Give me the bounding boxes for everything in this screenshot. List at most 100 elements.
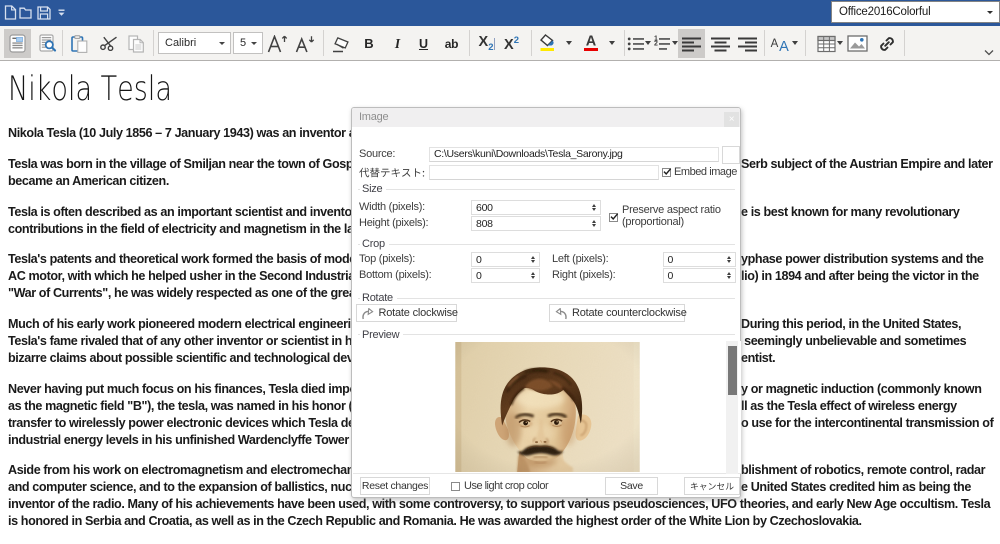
text-segment: is honored in Serbia and Croatia, as wel… [8,513,862,530]
table-icon [817,35,836,53]
strikethrough-icon: ab [445,37,458,51]
font-styles-icon: A A [769,35,791,53]
text-segment: industrial energy levels in his unfinish… [8,432,394,449]
crop-right-spinbox[interactable]: 0 [663,268,736,283]
new-document-icon[interactable] [4,5,17,20]
dialog-titlebar[interactable]: Image × [352,108,740,127]
preserve-ratio-label: Preserve aspect ratio(proportional) [622,204,721,228]
spin-up-icon[interactable] [592,204,596,207]
spin-up-icon[interactable] [727,272,731,275]
table-dropdown-icon[interactable] [837,41,843,45]
source-input[interactable]: C:\Users\kuni\Downloads\Tesla_Sarony.jpg [429,147,719,162]
rotate-clockwise-label: Rotate clockwise [379,307,458,319]
spin-down-icon[interactable] [592,224,596,227]
svg-text:2: 2 [654,40,658,47]
numbered-list-icon: 12 [653,35,671,53]
svg-text:A: A [771,38,779,50]
spin-down-icon[interactable] [531,260,535,263]
text-segment-right: During this period, in the United States… [741,316,961,333]
text-segment-right: Serb subject of the Austrian Empire and … [741,156,993,173]
toolbar-separator [153,30,154,56]
superscript-button[interactable]: X2 [498,29,526,58]
copy-icon [128,35,145,53]
shrink-font-button[interactable] [291,29,319,58]
crop-bottom-spinbox[interactable]: 0 [471,268,540,283]
rotate-counterclockwise-button[interactable]: Rotate counterclockwise [549,304,685,322]
rotate-clockwise-button[interactable]: Rotate clockwise [356,304,457,322]
save-button[interactable]: Save [605,477,658,495]
highlight-button[interactable] [536,29,560,58]
preserve-ratio-checkbox[interactable] [609,213,618,222]
crop-bottom-value: 0 [476,270,482,282]
crop-right-label: Right (pixels): [552,269,616,281]
copy-button[interactable] [123,29,151,58]
grow-font-button[interactable] [264,29,292,58]
window-titlebar: Office2016Colorful [0,0,1000,26]
italic-button[interactable]: I [384,29,412,58]
preview-group-header: Preview [358,328,735,341]
toolbar-overflow-icon[interactable] [984,49,994,57]
cut-button[interactable] [95,29,123,58]
align-right-button[interactable] [733,29,761,58]
size-group-header: Size [358,183,735,196]
rotate-counterclockwise-icon [554,308,568,320]
find-document-button[interactable] [34,29,62,58]
preserve-ratio-label-line1: Preserve aspect ratio [622,204,721,216]
bold-button[interactable]: B [355,29,383,58]
toolbar-options-icon[interactable] [57,9,66,17]
font-size-combo[interactable]: 5 [233,32,263,54]
browse-button[interactable] [722,146,741,164]
cancel-button[interactable] [684,477,740,495]
open-folder-icon[interactable] [19,7,32,19]
cut-icon [100,36,118,51]
edit-document-icon [9,34,26,53]
preview-scrollbar[interactable] [726,341,738,474]
preserve-ratio-label-line2: (proportional) [622,216,684,228]
spin-down-icon[interactable] [592,208,596,211]
embed-image-checkbox[interactable] [662,168,671,177]
insert-image-button[interactable] [843,29,871,58]
spin-up-icon[interactable] [531,272,535,275]
text-cursor-icon [494,38,495,50]
paste-icon [71,35,88,53]
underline-button[interactable]: U [410,29,438,58]
spin-down-icon[interactable] [727,260,731,263]
text-segment-right: o use for the intercontinental transmiss… [741,415,993,432]
font-color-button[interactable]: A [579,29,602,58]
spin-up-icon[interactable] [531,256,535,259]
height-spinbox[interactable]: 808 [471,216,601,231]
alt-text-input[interactable] [429,165,659,180]
link-icon [877,34,897,54]
width-spinbox[interactable]: 600 [471,200,601,215]
highlight-dropdown-icon[interactable] [566,41,572,45]
font-styles-button[interactable]: A A [767,29,793,58]
crop-color-label: Use light crop color [464,480,548,492]
reset-changes-button[interactable]: Reset changes [360,477,430,495]
theme-selector[interactable]: Office2016Colorful [831,1,1000,23]
spin-down-icon[interactable] [727,276,731,279]
align-center-button[interactable] [706,29,734,58]
spin-up-icon[interactable] [592,220,596,223]
align-left-button[interactable] [678,29,705,58]
edit-document-button[interactable] [4,29,31,58]
dialog-close-button[interactable]: × [724,112,739,127]
clear-format-button[interactable] [327,29,355,58]
font-styles-dropdown-icon[interactable] [792,41,798,45]
save-icon[interactable] [37,6,51,20]
font-name-combo[interactable]: Calibri [158,32,231,54]
font-color-dropdown-icon[interactable] [609,41,615,45]
numbered-list-button[interactable]: 12 [650,29,674,58]
width-label: Width (pixels): [359,201,425,213]
spin-down-icon[interactable] [531,276,535,279]
crop-left-spinbox[interactable]: 0 [663,252,736,267]
crop-color-checkbox[interactable] [451,482,460,491]
strikethrough-button[interactable]: ab [438,29,466,58]
crop-top-spinbox[interactable]: 0 [471,252,540,267]
crop-left-label: Left (pixels): [552,253,608,265]
spin-up-icon[interactable] [727,256,731,259]
preview-scrollbar-thumb[interactable] [728,346,737,395]
insert-link-button[interactable] [873,29,901,58]
text-segment: inventor of the radio. Many of his achie… [8,496,990,513]
paste-button[interactable] [65,29,93,58]
size-group-label: Size [362,183,382,195]
